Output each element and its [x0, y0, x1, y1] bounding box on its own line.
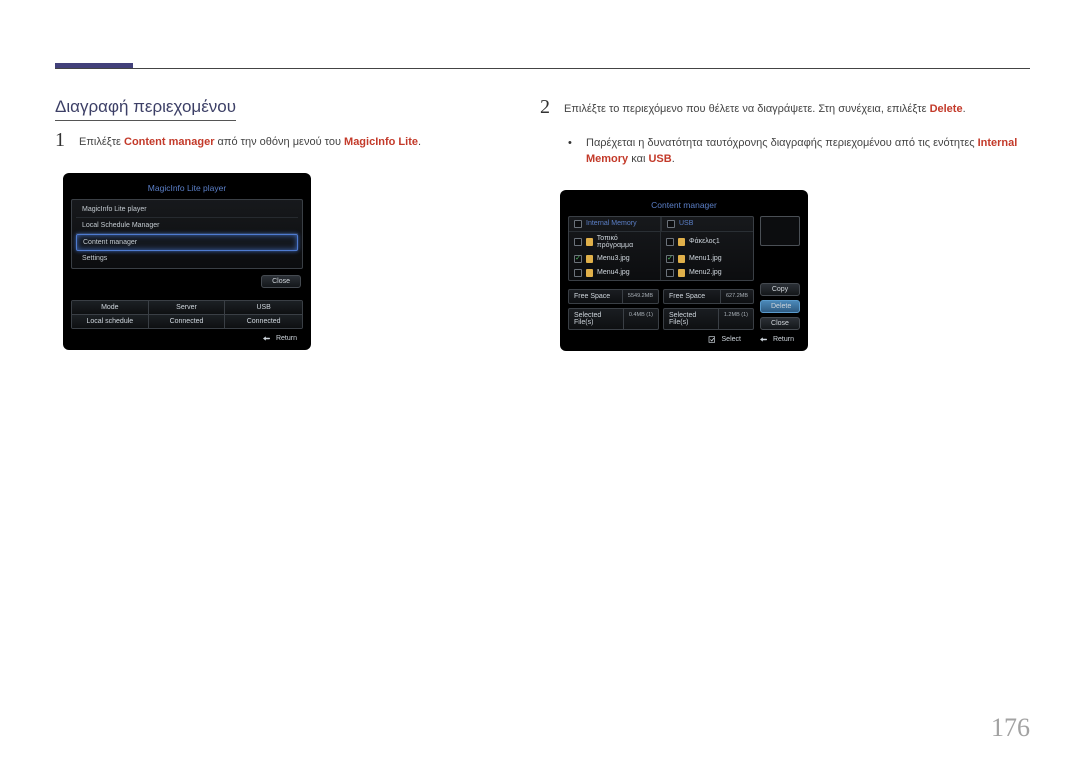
col-head-internal-memory[interactable]: Internal Memory [569, 217, 661, 232]
grid-val-usb-connected: Connected [225, 315, 302, 328]
magicinfo-lite-player-ui: MagicInfo Lite player MagicInfo Lite pla… [63, 173, 311, 350]
step-2-post: . [963, 103, 966, 115]
step-2: 2 Επιλέξτε το περιεχόμενο που θέλετε να … [540, 97, 1030, 118]
file-label: Menu3.jpg [597, 255, 630, 262]
folder-icon [678, 238, 685, 246]
bullet-mark: • [568, 136, 574, 168]
summary-selected-usb: Selected File(s) 1.2MB (1) [663, 308, 754, 330]
close-button[interactable]: Close [760, 317, 800, 330]
image-icon [586, 269, 593, 277]
close-button[interactable]: Close [261, 275, 301, 288]
header-rule [55, 68, 1030, 69]
file-row-menu3[interactable]: Menu3.jpg [569, 252, 661, 266]
summary-free-space-internal: Free Space 5549.2MB [568, 289, 659, 304]
step-2-red: Delete [930, 103, 963, 115]
menu-item-local-schedule-manager[interactable]: Local Schedule Manager [76, 218, 298, 234]
checkbox-folder1[interactable] [666, 238, 674, 246]
preview-thumbnail [760, 216, 800, 246]
summary-selected-val-usb: 1.2MB (1) [718, 309, 753, 329]
summary-free-label: Free Space [569, 290, 622, 303]
return-icon [262, 335, 271, 342]
checkbox-internal-memory-all[interactable] [574, 220, 582, 228]
checkbox-menu2[interactable] [666, 269, 674, 277]
summary-free-val-usb: 627.2MB [720, 290, 753, 303]
checkbox-menu1-checked[interactable] [666, 255, 674, 263]
bullet-text: Παρέχεται η δυνατότητα ταυτόχρονης διαγρ… [586, 136, 1030, 168]
bullet-note: • Παρέχεται η δυνατότητα ταυτόχρονης δια… [568, 136, 1030, 168]
file-row-menu1[interactable]: Menu1.jpg [661, 252, 753, 266]
step-1-red-1: Content manager [124, 136, 214, 148]
image-icon [678, 269, 685, 277]
ui1-title: MagicInfo Lite player [71, 181, 303, 199]
col-head-usb-label: USB [679, 220, 693, 227]
bullet-post: . [672, 153, 675, 165]
header-accent [55, 63, 133, 68]
ui2-summary: Free Space 5549.2MB Free Space 627.2MB S… [568, 289, 754, 330]
image-icon [586, 255, 593, 263]
ui2-return-label: Return [773, 336, 794, 343]
grid-head-mode: Mode [72, 301, 149, 315]
step-1-mid: από την οθόνη μενού του [214, 136, 344, 148]
file-icon [586, 238, 593, 246]
step-1: 1 Επιλέξτε Content manager από την οθόνη… [55, 130, 510, 151]
file-label: Φάκελος1 [689, 238, 720, 245]
bullet-pre: Παρέχεται η δυνατότητα ταυτόχρονης διαγρ… [586, 137, 978, 149]
file-row-menu2[interactable]: Menu2.jpg [661, 266, 753, 280]
grid-head-server: Server [149, 301, 226, 315]
summary-selected-label: Selected File(s) [569, 309, 623, 329]
grid-head-usb: USB [225, 301, 302, 315]
checkbox-usb-all[interactable] [667, 220, 675, 228]
step-1-post: . [418, 136, 421, 148]
checkbox-local-program[interactable] [574, 238, 582, 246]
step-1-red-2: MagicInfo Lite [344, 136, 418, 148]
menu-item-settings[interactable]: Settings [76, 251, 298, 266]
step-2-number: 2 [540, 97, 550, 117]
ui2-title: Content manager [568, 198, 800, 216]
file-label: Menu4.jpg [597, 269, 630, 276]
file-row-folder1[interactable]: Φάκελος1 [661, 232, 753, 252]
delete-button[interactable]: Delete [760, 300, 800, 313]
menu-item-magicinfo-lite-player[interactable]: MagicInfo Lite player [76, 202, 298, 218]
step-2-pre: Επιλέξτε το περιεχόμενο που θέλετε να δι… [564, 103, 930, 115]
section-title: Διαγραφή περιεχομένου [55, 97, 236, 121]
grid-val-server-connected: Connected [149, 315, 226, 328]
bullet-mid: και [628, 153, 648, 165]
file-label: Τοπικό πρόγραμμα [597, 235, 655, 249]
summary-free-space-usb: Free Space 627.2MB [663, 289, 754, 304]
summary-selected-val-internal: 0.4MB (1) [623, 309, 658, 329]
copy-button[interactable]: Copy [760, 283, 800, 296]
ui2-select-label: Select [722, 336, 741, 343]
summary-free-label: Free Space [664, 290, 720, 303]
checkmark-icon [708, 336, 717, 343]
ui1-return-label: Return [276, 335, 297, 342]
content-manager-ui: Content manager Internal Memory USB [560, 190, 808, 351]
page-number: 176 [991, 713, 1030, 743]
ui2-file-columns: Internal Memory USB Τοπικό πρόγραμμα [568, 216, 754, 281]
file-row-menu4[interactable]: Menu4.jpg [569, 266, 661, 280]
summary-selected-label: Selected File(s) [664, 309, 718, 329]
ui1-menu-panel: MagicInfo Lite player Local Schedule Man… [71, 199, 303, 269]
file-label: Menu1.jpg [689, 255, 722, 262]
file-label: Menu2.jpg [689, 269, 722, 276]
menu-item-content-manager[interactable]: Content manager [76, 234, 298, 251]
checkbox-menu3-checked[interactable] [574, 255, 582, 263]
step-1-pre: Επιλέξτε [79, 136, 124, 148]
grid-val-local-schedule: Local schedule [72, 315, 149, 328]
bullet-red-2: USB [648, 153, 671, 165]
step-1-text: Επιλέξτε Content manager από την οθόνη μ… [79, 135, 421, 151]
file-row-local-program[interactable]: Τοπικό πρόγραμμα [569, 232, 661, 252]
summary-selected-internal: Selected File(s) 0.4MB (1) [568, 308, 659, 330]
col-head-usb[interactable]: USB [661, 217, 753, 232]
checkbox-menu4[interactable] [574, 269, 582, 277]
step-1-number: 1 [55, 130, 65, 150]
return-icon [759, 336, 768, 343]
image-icon [678, 255, 685, 263]
summary-free-val-internal: 5549.2MB [622, 290, 658, 303]
ui1-status-grid: Mode Server USB Local schedule Connected… [71, 300, 303, 329]
step-2-text: Επιλέξτε το περιεχόμενο που θέλετε να δι… [564, 102, 966, 118]
col-head-internal-memory-label: Internal Memory [586, 220, 637, 227]
